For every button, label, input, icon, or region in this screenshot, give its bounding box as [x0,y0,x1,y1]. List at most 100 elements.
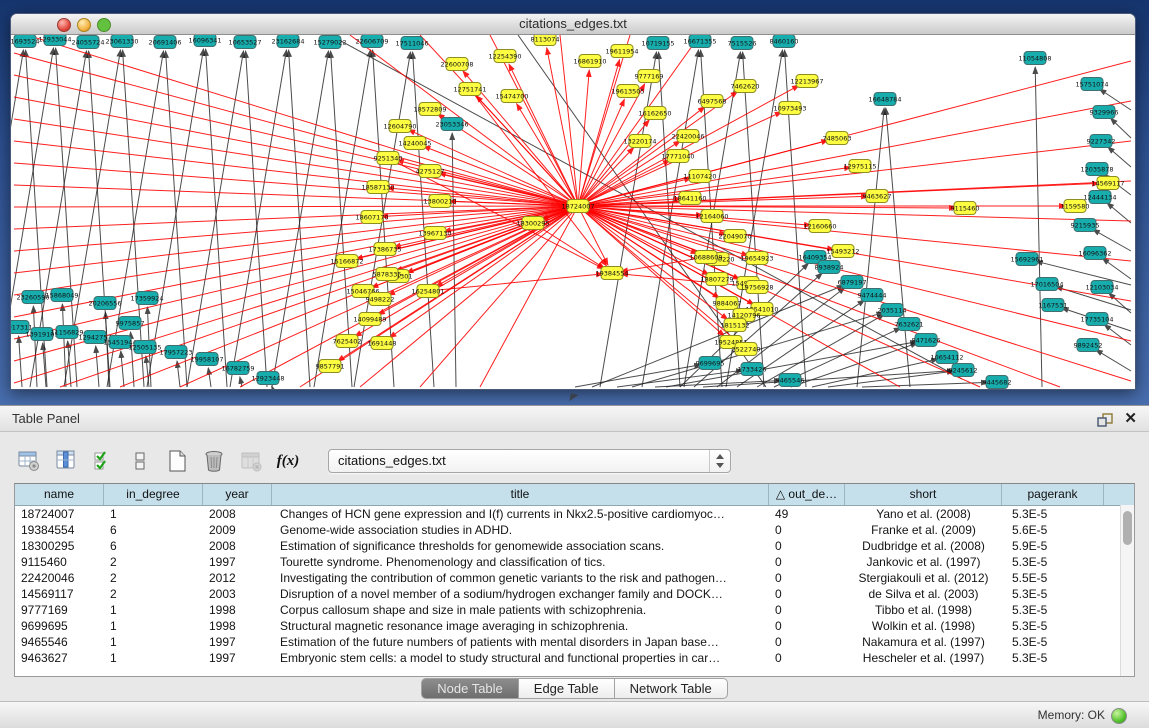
table-row[interactable]: 1938455462009Genome-wide association stu… [15,522,1134,538]
graph-node[interactable]: 16861910 [573,55,606,68]
citation-edge-red[interactable] [578,99,624,206]
citation-edge-black[interactable] [1096,350,1131,371]
graph-node[interactable]: 9251340 [374,152,403,165]
table-row[interactable]: 1872400712008Changes of HCN gene express… [15,506,1134,522]
network-canvas[interactable]: 1693524129330442405572423061330206914061… [11,35,1135,389]
graph-node[interactable]: 1693524 [11,35,39,48]
graph-node[interactable]: 14569117 [1091,177,1124,190]
graph-node[interactable]: 7462620 [731,80,760,93]
graph-node[interactable]: 12035878 [1080,163,1113,176]
column-header-out_degree[interactable]: △ out_de… [769,484,845,505]
citation-edge-black[interactable] [272,51,329,387]
graph-node[interactable]: 7625402 [333,335,362,348]
table-row[interactable]: 969969511998Structural magnetic resonanc… [15,618,1134,634]
graph-node[interactable]: 8113074 [531,35,560,46]
graph-node[interactable]: 22420046 [671,130,704,143]
graph-node[interactable]: 12505135 [128,341,161,354]
network-table-select[interactable]: citations_edges.txt [328,449,731,473]
graph-node[interactable]: 12975115 [843,160,876,173]
graph-node[interactable]: 17957223 [159,346,192,359]
vertical-scrollbar[interactable] [1120,505,1134,676]
citation-edge-black[interactable] [1110,118,1131,138]
graph-node[interactable]: 22606709 [355,35,388,48]
graph-node[interactable]: 9777169 [635,70,664,83]
graph-node[interactable]: 22049070 [718,230,751,243]
column-header-year[interactable]: year [203,484,272,505]
citation-edge-black[interactable] [105,312,109,387]
graph-node[interactable]: 9498222 [366,293,395,306]
graph-node[interactable]: 1815132 [721,319,750,332]
graph-node[interactable]: 12923448 [251,372,284,385]
column-header-title[interactable]: title [272,484,769,505]
citation-edge-red[interactable] [547,48,578,206]
graph-node[interactable]: 13800210 [423,195,456,208]
memory-status-indicator[interactable] [1111,708,1127,724]
graph-node[interactable]: 1691448 [368,337,397,350]
citation-edge-black[interactable] [1109,293,1131,313]
graph-node[interactable]: 9857791 [316,360,345,373]
graph-node[interactable]: 6879197 [838,276,867,289]
graph-node[interactable]: 9329966 [1090,106,1119,119]
graph-node[interactable]: 20206556 [88,297,121,310]
citation-edge-black[interactable] [19,336,22,387]
citation-edge-red[interactable] [389,206,578,338]
table-row[interactable]: 1456911722003Disruption of a novel membe… [15,586,1134,602]
graph-node[interactable]: 9463627 [863,190,892,203]
graph-node[interactable]: 6497568 [698,95,727,108]
graph-node[interactable]: 9215935 [1071,219,1100,232]
citation-edge-red[interactable] [578,206,1131,221]
citation-edge-black[interactable] [208,368,211,387]
merge-rows-icon[interactable] [127,448,153,474]
table-row[interactable]: 946362711997Embryonic stem cells: a mode… [15,650,1134,666]
citation-edge-black[interactable] [1102,258,1131,279]
graph-node[interactable]: 24055724 [71,36,104,49]
graph-node[interactable]: 10719155 [641,37,674,50]
graph-node[interactable]: 12933044 [38,35,71,46]
graph-node[interactable]: 9445682 [983,376,1012,389]
graph-node[interactable]: 9699695 [696,357,725,370]
network-window[interactable]: citations_edges.txt 16935241293304424055… [10,13,1136,390]
citation-edge-red[interactable] [14,97,578,206]
graph-node[interactable]: 15692961 [1010,253,1043,266]
graph-node[interactable]: 17511046 [395,37,428,50]
column-header-in_degree[interactable]: in_degree [104,484,203,505]
graph-node[interactable]: 20691406 [148,36,181,49]
graph-node[interactable]: 17386735 [368,243,401,256]
graph-node[interactable]: 16648784 [868,93,901,106]
graph-node[interactable]: 8460160 [770,35,799,48]
graph-node[interactable]: 9115460 [951,202,980,215]
graph-node[interactable]: 4275127 [416,165,445,178]
table-settings-icon[interactable] [16,448,42,474]
graph-node[interactable]: 15751074 [1075,78,1108,91]
graph-node[interactable]: 1733426 [738,363,767,376]
citation-edge-black[interactable] [1104,324,1131,345]
graph-node[interactable]: 1159580 [1061,200,1090,213]
table-row[interactable]: 2242004622012Investigating the contribut… [15,570,1134,586]
graph-node[interactable]: 2522740 [732,343,761,356]
table-row[interactable]: 977716911998Corpus callosum shape and si… [15,602,1134,618]
citation-edge-black[interactable] [240,377,242,387]
graph-node[interactable]: 9975857 [116,317,145,330]
graph-node[interactable]: 19611954 [605,45,638,58]
new-file-icon[interactable] [164,448,190,474]
column-header-name[interactable]: name [15,484,104,505]
citation-edge-red[interactable] [578,206,1131,381]
graph-node[interactable]: 7632621 [895,318,924,331]
close-icon[interactable]: ✕ [1124,408,1137,430]
graph-node[interactable]: 12160660 [803,220,836,233]
graph-node[interactable]: 10973493 [773,102,806,115]
graph-node[interactable]: 16096362 [1078,247,1111,260]
tab-node-table[interactable]: Node Table [421,678,519,699]
graph-node[interactable]: 22600708 [440,58,473,71]
citation-edge-black[interactable] [121,351,124,387]
graph-node[interactable]: 9892452 [1074,339,1103,352]
citation-edge-black[interactable] [1035,67,1042,387]
graph-node[interactable]: 19958107 [190,353,223,366]
graph-node[interactable]: 16671355 [683,35,716,48]
graph-node[interactable]: 19384554 [595,267,628,280]
trash-icon[interactable] [201,448,227,474]
citation-edge-black[interactable] [166,51,187,387]
graph-node[interactable]: 19613505 [611,85,644,98]
graph-node[interactable]: 12103034 [1085,281,1118,294]
graph-node[interactable]: 18807279 [700,273,733,286]
